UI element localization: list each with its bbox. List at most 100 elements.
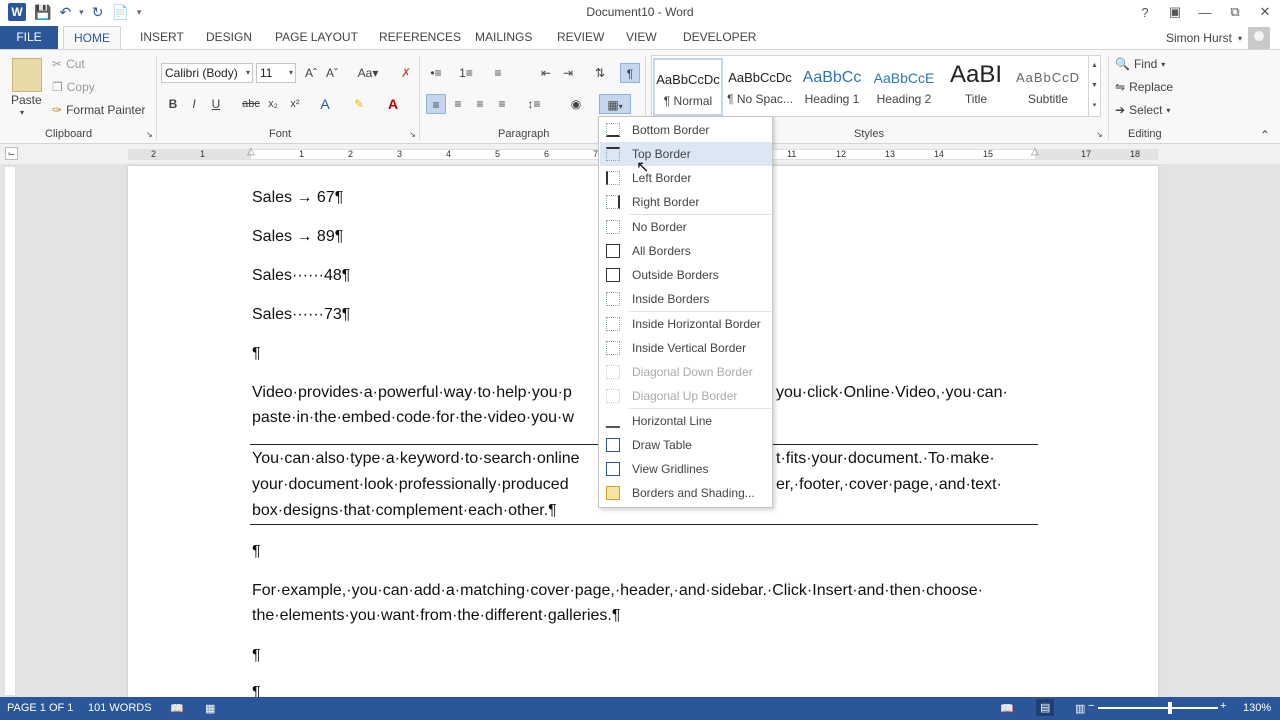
tab-mailings[interactable]: MAILINGS [465,26,542,50]
document-line[interactable]: For·example,·you·can·add·a·matching·cove… [252,578,1042,604]
align-center-icon[interactable]: ≡ [448,94,468,114]
collapse-ribbon-icon[interactable]: ⌃ [1260,128,1270,142]
ribbon-display-options-icon[interactable]: ▣ [1160,0,1190,24]
shrink-font-icon[interactable]: Aˇ [322,63,342,83]
tab-developer[interactable]: DEVELOPER [673,26,766,50]
style-heading-2[interactable]: AaBbCcE Heading 2 [869,58,939,116]
restore-icon[interactable]: ⧉ [1220,0,1250,24]
vertical-ruler[interactable] [4,166,16,696]
menu-item-no-border[interactable]: No Border [600,215,772,239]
tab-view[interactable]: VIEW [616,26,667,50]
text-effects-icon[interactable]: A [315,94,335,114]
decrease-indent-icon[interactable]: ⇤ [536,63,556,83]
style-subtitle[interactable]: AaBbCcD Subtitle [1013,58,1083,116]
document-line[interactable]: ¶ [252,539,1042,565]
bullets-icon[interactable]: •≡ [426,63,446,83]
clipboard-launcher-icon[interactable]: ↘ [146,130,153,139]
subscript-icon[interactable]: x₂ [263,94,283,114]
borders-button[interactable]: ▦▾ [599,94,631,114]
tab-references[interactable]: REFERENCES [369,26,471,50]
document-line[interactable]: ¶ [252,643,1042,669]
menu-item-horizontal-line[interactable]: Horizontal Line [600,409,772,433]
macro-recording-icon[interactable]: ▦ [205,702,215,715]
help-icon[interactable]: ? [1130,0,1160,24]
copy-button[interactable]: ❐ Copy [52,80,95,94]
tab-file[interactable]: FILE [0,26,58,50]
zoom-slider-thumb[interactable] [1168,702,1172,714]
menu-item-inside-horizontal-border[interactable]: Inside Horizontal Border [600,312,772,336]
more-styles-icon[interactable]: ▾ [1089,96,1100,116]
find-button[interactable]: 🔍 Find ▾ [1115,57,1165,71]
tab-design[interactable]: DESIGN [196,26,262,50]
paste-button[interactable]: Paste [11,93,42,107]
document-line[interactable]: the·elements·you·want·from·the·different… [252,603,1042,629]
show-formatting-icon[interactable]: ¶ [620,63,640,83]
style-no-spacing[interactable]: AaBbCcDc ¶ No Spac... [725,58,795,116]
replace-button[interactable]: ⇋ Replace [1115,80,1173,94]
strikethrough-icon[interactable]: abc [241,94,261,114]
zoom-level[interactable]: 130% [1243,702,1271,714]
minimize-icon[interactable]: — [1190,0,1220,24]
menu-item-inside-borders[interactable]: Inside Borders [600,287,772,311]
cut-button[interactable]: ✂ Cut [52,57,85,71]
word-count[interactable]: 101 WORDS [88,702,152,714]
font-launcher-icon[interactable]: ↘ [409,130,416,139]
styles-scroll[interactable]: ▲ ▼ ▾ [1088,56,1100,116]
paste-dropdown-icon[interactable]: ▾ [20,108,24,117]
zoom-in-icon[interactable]: + [1220,700,1226,712]
font-color-icon[interactable]: A [383,94,403,114]
indent-marker-icon[interactable]: △ [247,146,255,157]
menu-item-draw-table[interactable]: Draw Table [600,433,772,457]
page-count[interactable]: PAGE 1 OF 1 [7,702,73,714]
menu-item-borders-and-shading[interactable]: Borders and Shading... [600,481,772,505]
sort-icon[interactable]: ⇅ [590,63,610,83]
clear-formatting-icon[interactable]: ✗ [396,63,416,83]
style-normal[interactable]: AaBbCcDc ¶ Normal [653,58,723,116]
document-line-fragment[interactable]: you·click·Online·Video,·you·can· [776,380,1036,406]
styles-launcher-icon[interactable]: ↘ [1096,130,1103,139]
align-left-icon[interactable]: ≡ [426,94,446,114]
menu-item-top-border[interactable]: Top Border [600,142,772,166]
select-button[interactable]: ➔ Select ▾ [1115,103,1170,117]
zoom-slider[interactable] [1098,707,1218,709]
document-line-fragment[interactable]: er,·footer,·cover·page,·and·text· [776,472,1036,498]
web-layout-icon[interactable]: ▥ [1075,702,1085,715]
font-size-box[interactable]: 11 ▾ [256,63,296,83]
menu-item-outside-borders[interactable]: Outside Borders [600,263,772,287]
zoom-out-icon[interactable]: − [1088,700,1094,712]
document-line[interactable]: ¶ [252,680,1042,697]
print-layout-icon[interactable]: ▤ [1036,699,1055,716]
font-name-box[interactable]: Calibri (Body) ▾ [161,63,253,83]
menu-item-right-border[interactable]: Right Border [600,190,772,214]
menu-item-inside-vertical-border[interactable]: Inside Vertical Border [600,336,772,360]
increase-indent-icon[interactable]: ⇥ [558,63,578,83]
user-account[interactable]: Simon Hurst ▾ [1166,26,1270,50]
justify-icon[interactable]: ≡ [492,94,512,114]
menu-item-bottom-border[interactable]: Bottom Border [600,118,772,142]
tab-selector-icon[interactable]: ⌙ [5,147,18,160]
menu-item-view-gridlines[interactable]: View Gridlines [600,457,772,481]
document-line-fragment[interactable]: t·fits·your·document.·To·make· [776,446,1036,472]
tab-home[interactable]: HOME [63,26,121,50]
bold-icon[interactable]: B [163,94,183,114]
italic-icon[interactable]: I [184,94,204,114]
tab-review[interactable]: REVIEW [547,26,614,50]
shading-icon[interactable]: ◉ [566,94,586,114]
grow-font-icon[interactable]: Aˆ [301,63,321,83]
superscript-icon[interactable]: x² [285,94,305,114]
numbering-icon[interactable]: 1≡ [456,63,476,83]
proofing-icon[interactable]: 📖 [170,702,184,715]
align-right-icon[interactable]: ≡ [470,94,490,114]
menu-item-all-borders[interactable]: All Borders [600,239,772,263]
chevron-down-icon[interactable]: ▼ [1089,76,1100,96]
line-spacing-icon[interactable]: ↕≡ [524,94,544,114]
multilevel-list-icon[interactable]: ≡ [488,63,508,83]
close-icon[interactable]: ✕ [1250,0,1280,24]
underline-icon[interactable]: U [206,94,226,114]
menu-item-left-border[interactable]: Left Border [600,166,772,190]
change-case-icon[interactable]: Aa▾ [353,63,383,83]
format-painter-button[interactable]: ✑ Format Painter [52,103,145,117]
right-indent-marker-icon[interactable]: △ [1031,146,1039,157]
paste-icon[interactable] [12,58,42,92]
highlight-color-icon[interactable]: ✎ [349,94,369,114]
